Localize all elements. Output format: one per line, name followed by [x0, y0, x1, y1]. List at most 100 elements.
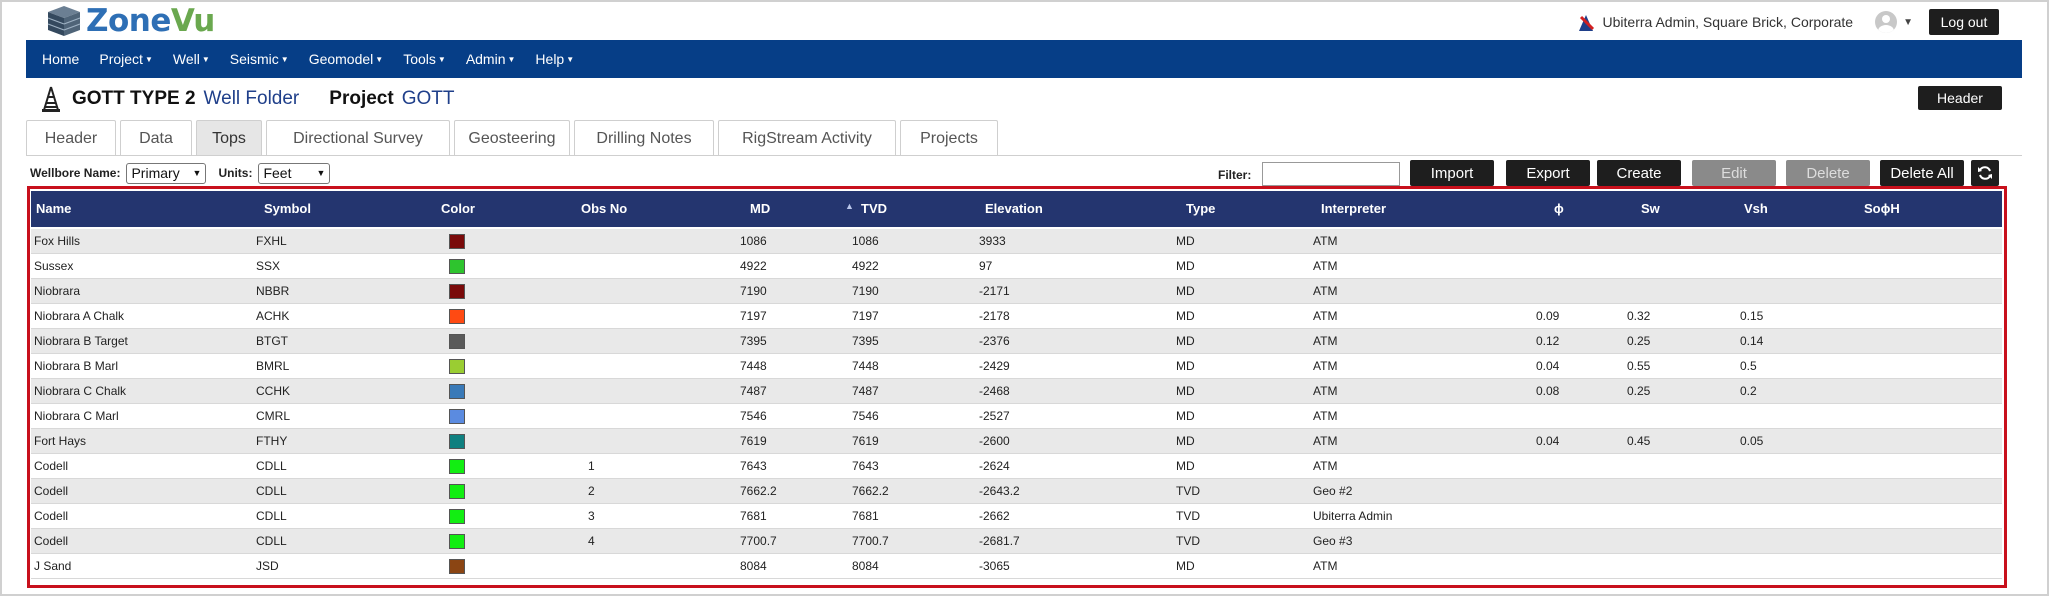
cell-tvd: 7546	[852, 409, 879, 423]
nav-item-home[interactable]: Home	[42, 51, 79, 67]
column-header-md[interactable]: MD	[750, 191, 770, 227]
color-swatch[interactable]	[449, 359, 465, 374]
nav-item-admin[interactable]: Admin ▼	[466, 51, 516, 67]
nav-item-geomodel[interactable]: Geomodel ▼	[309, 51, 384, 67]
cell-sw: 0.55	[1627, 359, 1651, 373]
cell-type: MD	[1176, 284, 1195, 298]
column-header-tvd[interactable]: TVD	[861, 191, 887, 227]
caret-down-icon: ▼	[566, 54, 575, 64]
color-swatch[interactable]	[449, 559, 465, 574]
column-header-interpreter[interactable]: Interpreter	[1321, 191, 1386, 227]
table-row[interactable]: Niobrara B Marl BMRL 7448 7448 -2429 MD ATM 0.0…	[31, 354, 2002, 379]
project-name[interactable]: GOTT	[402, 88, 455, 110]
table-row[interactable]: Niobrara C Chalk CCHK 7487 7487 -2468 MD ATM 0.…	[31, 379, 2002, 404]
filter-input[interactable]	[1262, 162, 1400, 186]
cell-symbol: JSD	[256, 559, 279, 573]
cell-md: 7487	[740, 384, 767, 398]
cell-obs: 1	[588, 459, 595, 473]
column-header-phi[interactable]: ϕ	[1554, 191, 1564, 227]
table-row[interactable]: Niobrara B Target BTGT 7395 7395 -2376 MD ATM 0…	[31, 329, 2002, 354]
column-header-sw[interactable]: Sw	[1641, 191, 1660, 227]
table-row[interactable]: Niobrara A Chalk ACHK 7197 7197 -2178 MD ATM 0.…	[31, 304, 2002, 329]
tab-geosteering[interactable]: Geosteering	[454, 120, 570, 156]
color-swatch[interactable]	[449, 534, 465, 549]
column-header-obs-no[interactable]: Obs No	[581, 191, 627, 227]
nav-item-seismic[interactable]: Seismic ▼	[230, 51, 289, 67]
cell-type: MD	[1176, 409, 1195, 423]
tab-drilling-notes[interactable]: Drilling Notes	[574, 120, 714, 156]
table-row[interactable]: Sussex SSX 4922 4922 97 MD ATM	[31, 254, 2002, 279]
tab-projects[interactable]: Projects	[900, 120, 998, 156]
table-row[interactable]: Fox Hills FXHL 1086 1086 3933 MD ATM	[31, 229, 2002, 254]
project-label: Project	[329, 88, 394, 109]
column-header-vsh[interactable]: Vsh	[1744, 191, 1768, 227]
header-button[interactable]: Header	[1918, 86, 2002, 110]
cell-interp: ATM	[1313, 309, 1338, 323]
wellbore-select[interactable]: Primary ▼	[126, 162, 207, 184]
table-row[interactable]: Codell CDLL 3 7681 7681 -2662 TVD Ubiterra Admi…	[31, 504, 2002, 529]
tab-tops[interactable]: Tops	[196, 120, 262, 156]
tab-rigstream-activity[interactable]: RigStream Activity	[718, 120, 896, 156]
cell-elev: -2681.7	[979, 534, 1020, 548]
nav-item-tools[interactable]: Tools ▼	[403, 51, 446, 67]
cell-tvd: 7190	[852, 284, 879, 298]
color-swatch[interactable]	[449, 484, 465, 499]
import-button[interactable]: Import	[1410, 160, 1494, 186]
table-row[interactable]: Fort Hays FTHY 7619 7619 -2600 MD ATM 0.04 0.45 0…	[31, 429, 2002, 454]
table-row[interactable]: Codell CDLL 2 7662.2 7662.2 -2643.2 TVD Geo #2	[31, 479, 2002, 504]
export-button[interactable]: Export	[1506, 160, 1590, 186]
table-row[interactable]: Codell CDLL 1 7643 7643 -2624 MD ATM	[31, 454, 2002, 479]
cell-interp: Geo #2	[1313, 484, 1353, 498]
create-button[interactable]: Create	[1597, 160, 1681, 186]
table-row[interactable]: J Sand JSD 8084 8084 -3065 MD ATM	[31, 554, 2002, 579]
color-swatch[interactable]	[449, 284, 465, 299]
color-swatch[interactable]	[449, 509, 465, 524]
column-header-symbol[interactable]: Symbol	[264, 191, 311, 227]
user-name[interactable]: Ubiterra Admin, Square Brick, Corporate	[1603, 14, 1854, 30]
tab-divider	[26, 155, 2022, 156]
table-options: Wellbore Name: Primary ▼ Units: Feet ▼	[30, 162, 342, 184]
color-swatch[interactable]	[449, 384, 465, 399]
cell-interp: ATM	[1313, 359, 1338, 373]
cell-md: 7643	[740, 459, 767, 473]
tab-data[interactable]: Data	[120, 120, 192, 156]
color-swatch[interactable]	[449, 409, 465, 424]
color-swatch[interactable]	[449, 334, 465, 349]
cell-interp: ATM	[1313, 384, 1338, 398]
column-header-name[interactable]: Name	[36, 191, 71, 227]
cell-md: 7448	[740, 359, 767, 373]
cell-vsh: 0.05	[1740, 434, 1764, 448]
nav-item-well[interactable]: Well ▼	[173, 51, 210, 67]
nav-item-project[interactable]: Project ▼	[99, 51, 153, 67]
drilling-rig-icon	[42, 86, 60, 112]
chevron-down-icon[interactable]: ▼	[1903, 17, 1913, 28]
logo-icon	[47, 6, 81, 36]
avatar[interactable]	[1875, 11, 1898, 33]
color-swatch[interactable]	[449, 234, 465, 249]
table-row[interactable]: Niobrara NBBR 7190 7190 -2171 MD ATM	[31, 279, 2002, 304]
cell-name: Codell	[34, 509, 69, 523]
table-row[interactable]: Niobrara C Marl CMRL 7546 7546 -2527 MD ATM	[31, 404, 2002, 429]
cell-sw: 0.25	[1627, 334, 1651, 348]
column-header-elevation[interactable]: Elevation	[985, 191, 1043, 227]
column-header-color[interactable]: Color	[441, 191, 475, 227]
delete-button[interactable]: Delete	[1786, 160, 1870, 186]
tab-header[interactable]: Header	[26, 120, 116, 156]
refresh-button[interactable]	[1971, 160, 1999, 186]
color-swatch[interactable]	[449, 259, 465, 274]
edit-button[interactable]: Edit	[1692, 160, 1776, 186]
tab-directional-survey[interactable]: Directional Survey	[266, 120, 450, 156]
color-swatch[interactable]	[449, 459, 465, 474]
zonevu-logo[interactable]: ZoneVu	[44, 4, 215, 38]
cell-elev: -2662	[979, 509, 1010, 523]
table-row[interactable]: Codell CDLL 4 7700.7 7700.7 -2681.7 TVD Geo #3	[31, 529, 2002, 554]
column-header-sophih[interactable]: SoϕH	[1864, 191, 1900, 227]
delete-all-button[interactable]: Delete All	[1880, 160, 1964, 186]
sort-ascending-icon[interactable]: ▲	[845, 191, 854, 221]
color-swatch[interactable]	[449, 434, 465, 449]
units-select[interactable]: Feet ▼	[258, 162, 331, 184]
column-header-type[interactable]: Type	[1186, 191, 1215, 227]
color-swatch[interactable]	[449, 309, 465, 324]
nav-item-help[interactable]: Help ▼	[535, 51, 574, 67]
logout-button[interactable]: Log out	[1929, 9, 1999, 35]
